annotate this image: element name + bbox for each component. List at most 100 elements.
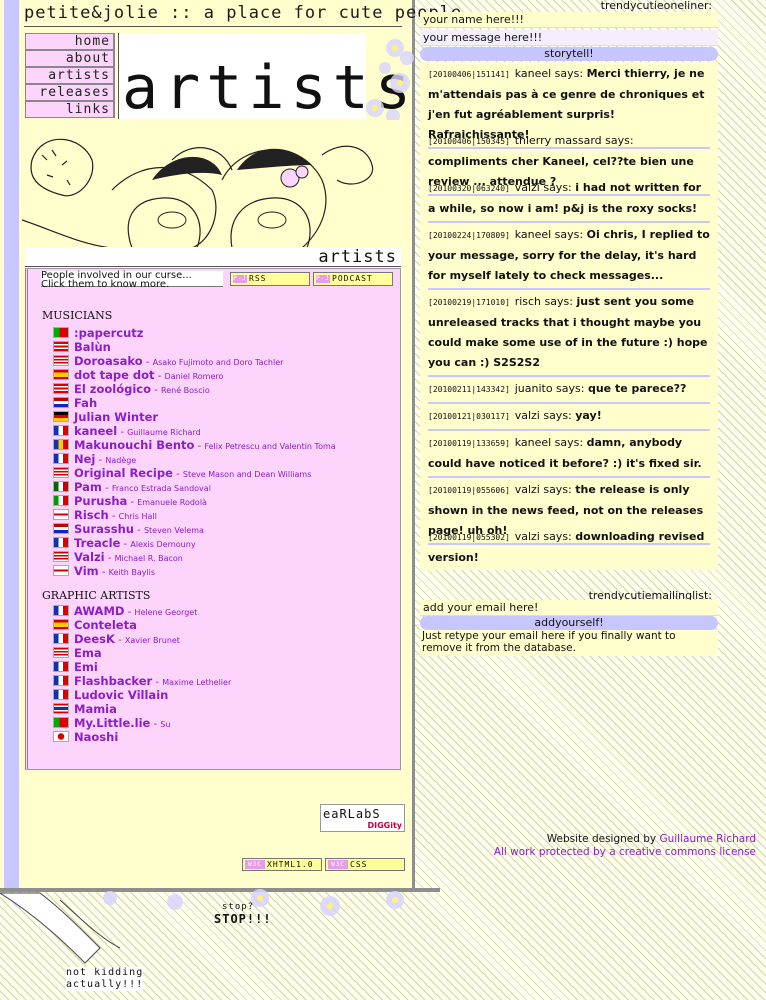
- artist-row[interactable]: :papercutz: [53, 326, 144, 340]
- artist-name[interactable]: Purusha: [74, 494, 127, 508]
- artist-name[interactable]: Emi: [74, 660, 98, 674]
- designer-credit: Website designed by Guillaume Richard: [546, 833, 756, 845]
- artist-row[interactable]: Ema: [53, 646, 102, 660]
- rss-button[interactable]: P-J RSS: [230, 272, 310, 286]
- pr-flag-icon: [53, 341, 69, 352]
- artist-row[interactable]: kaneel - Guillaume Richard: [53, 424, 201, 438]
- oneliner-message-input[interactable]: your message here!!!: [420, 30, 718, 46]
- storytell-button[interactable]: storytell!: [420, 47, 718, 61]
- message-author: valzi: [514, 181, 540, 194]
- xhtml-badge[interactable]: W3C XHTML1.0: [242, 858, 322, 871]
- artist-row[interactable]: Nej - Nadège: [53, 452, 136, 466]
- nav-links[interactable]: links: [25, 101, 115, 118]
- artist-row[interactable]: Makunouchi Bento - Felix Petrescu and Va…: [53, 438, 336, 452]
- fr-flag-icon: [53, 661, 69, 672]
- artist-name[interactable]: Naoshi: [74, 730, 118, 744]
- artist-dash: -: [117, 427, 128, 438]
- artist-name[interactable]: Conteleta: [74, 618, 137, 632]
- artist-name[interactable]: Treacle: [74, 536, 120, 550]
- message-text: yay!: [575, 409, 602, 422]
- artist-dash: -: [152, 677, 163, 688]
- css-badge[interactable]: W3C CSS: [325, 858, 405, 871]
- artist-row[interactable]: Ludovic Villain: [53, 688, 168, 702]
- nav-home[interactable]: home: [25, 33, 115, 50]
- artist-row[interactable]: Risch - Chris Hall: [53, 508, 157, 522]
- artist-row[interactable]: Julian Winter: [53, 410, 158, 424]
- artist-name[interactable]: Original Recipe: [74, 466, 173, 480]
- oneliner-name-input[interactable]: your name here!!!: [420, 12, 718, 28]
- artist-row[interactable]: Pam - Franco Estrada Sandoval: [53, 480, 211, 494]
- artist-name[interactable]: Mamia: [74, 702, 117, 716]
- mailinglist-description: Just retype your email here if you final…: [420, 630, 718, 656]
- artist-name[interactable]: Fah: [74, 396, 97, 410]
- artist-row[interactable]: Surasshu - Steven Velema: [53, 522, 204, 536]
- artist-row[interactable]: Naoshi: [53, 730, 118, 744]
- artist-row[interactable]: Conteleta: [53, 618, 137, 632]
- artist-row[interactable]: DeesK - Xavier Brunet: [53, 632, 180, 646]
- artist-name[interactable]: Makunouchi Bento: [74, 438, 194, 452]
- artist-name[interactable]: DeesK: [74, 632, 115, 646]
- artist-name[interactable]: :papercutz: [74, 326, 144, 340]
- nav-releases[interactable]: releases: [25, 84, 115, 101]
- artist-row[interactable]: Doroasako - Asako Fujimoto and Doro Tach…: [53, 354, 283, 368]
- artist-row[interactable]: Valzi - Michael R. Bacon: [53, 550, 183, 564]
- artist-name[interactable]: Valzi: [74, 550, 105, 564]
- fr-flag-icon: [53, 605, 69, 616]
- designer-link[interactable]: Guillaume Richard: [659, 833, 756, 845]
- artist-members: Steve Mason and Dean Williams: [182, 470, 312, 479]
- artist-name[interactable]: Ema: [74, 646, 102, 660]
- oneliner-message: [20100121|030117] valzi says: yay!: [428, 406, 710, 431]
- artist-row[interactable]: Original Recipe - Steve Mason and Dean W…: [53, 466, 311, 480]
- artist-row[interactable]: Mamia: [53, 702, 117, 716]
- artist-members: Su: [160, 720, 171, 729]
- artist-dash: -: [95, 455, 106, 466]
- artist-row[interactable]: Balùn: [53, 340, 111, 354]
- main-nav: home about artists releases links: [25, 33, 115, 118]
- artist-dash: -: [120, 539, 131, 550]
- artist-name[interactable]: Julian Winter: [74, 410, 158, 424]
- earlabs-logo[interactable]: eaRLabS DIGGity: [320, 804, 405, 832]
- artist-row[interactable]: My.Little.lie - Su: [53, 716, 170, 730]
- license-link[interactable]: All work protected by a creative commons…: [494, 846, 756, 858]
- artist-name[interactable]: My.Little.lie: [74, 716, 150, 730]
- artist-row[interactable]: Purusha - Emanuele Rodolà: [53, 494, 207, 508]
- artist-name[interactable]: Risch: [74, 508, 109, 522]
- site-logo[interactable]: petite&jolie :: a place for cute people: [24, 3, 462, 23]
- artist-name[interactable]: Nej: [74, 452, 95, 466]
- nav-artists[interactable]: artists: [25, 67, 115, 84]
- mailinglist-email-input[interactable]: add your email here!: [420, 600, 718, 616]
- artist-name[interactable]: Doroasako: [74, 354, 143, 368]
- gb-flag-icon: [53, 565, 69, 576]
- artist-row[interactable]: Emi: [53, 660, 98, 674]
- artist-dash: -: [124, 607, 135, 618]
- artist-members: Maxime Lethelier: [162, 678, 232, 687]
- podcast-button[interactable]: P-J PODCAST: [313, 272, 393, 286]
- nl-flag-icon: [53, 397, 69, 408]
- artist-name[interactable]: El zoológico: [74, 382, 151, 396]
- oneliner-message: [20100119|133659] kaneel says: damn, any…: [428, 433, 710, 478]
- artist-name[interactable]: Pam: [74, 480, 102, 494]
- artist-name[interactable]: Vim: [74, 564, 99, 578]
- artist-row[interactable]: Treacle - Alexis Dernouny: [53, 536, 196, 550]
- artist-row[interactable]: dot tape dot - Daniel Romero: [53, 368, 223, 382]
- artist-name[interactable]: Flashbacker: [74, 674, 152, 688]
- message-says: says:: [551, 67, 587, 80]
- artist-row[interactable]: AWAMD - Helene Georget: [53, 604, 197, 618]
- artist-row[interactable]: Vim - Keith Baylis: [53, 564, 155, 578]
- artist-row[interactable]: El zoológico - René Boscio: [53, 382, 210, 396]
- artist-name[interactable]: Surasshu: [74, 522, 134, 536]
- nav-about[interactable]: about: [25, 50, 115, 67]
- artist-name[interactable]: Balùn: [74, 340, 111, 354]
- artist-name[interactable]: dot tape dot: [74, 368, 155, 382]
- us-flag-icon: [53, 467, 69, 478]
- artist-name[interactable]: kaneel: [74, 424, 117, 438]
- artist-name[interactable]: Ludovic Villain: [74, 688, 168, 702]
- artist-row[interactable]: Fah: [53, 396, 97, 410]
- addyourself-button[interactable]: addyourself!: [420, 616, 718, 630]
- message-author: kaneel: [514, 228, 552, 241]
- artist-name[interactable]: AWAMD: [74, 604, 124, 618]
- message-says: says:: [539, 409, 576, 422]
- artist-row[interactable]: Flashbacker - Maxime Lethelier: [53, 674, 231, 688]
- pt-flag-icon: [53, 327, 69, 338]
- fr-flag-icon: [53, 425, 69, 436]
